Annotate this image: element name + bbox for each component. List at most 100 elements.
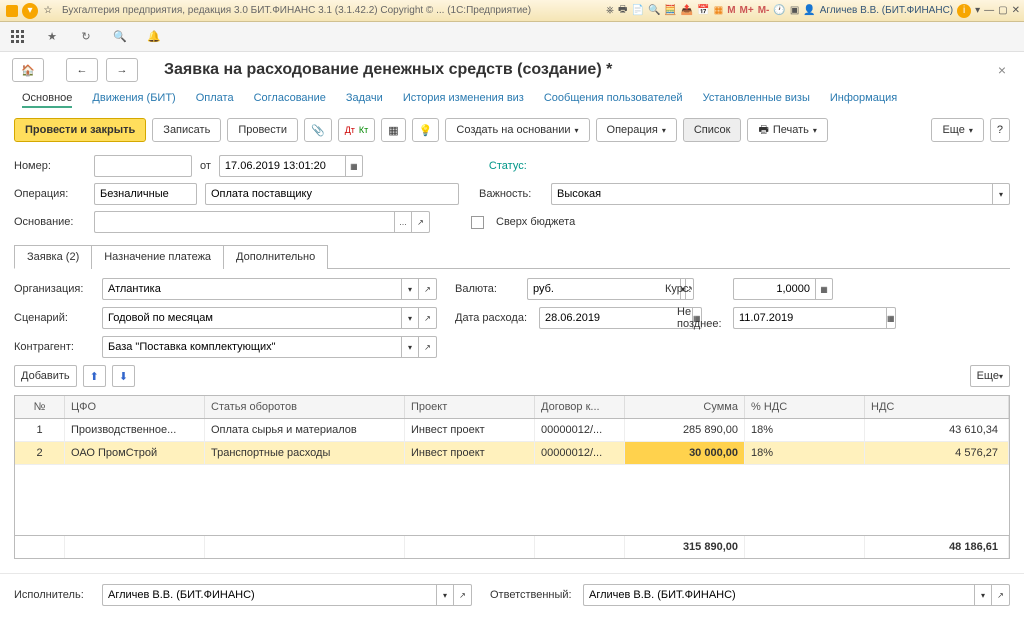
executor-input[interactable] [102,584,436,606]
link-sogl[interactable]: Согласование [254,92,326,108]
forward-button[interactable]: → [106,58,138,82]
print-icon[interactable]: 🖶 [618,2,627,19]
operation-button[interactable]: Операция ▾ [596,118,677,142]
tab-additional[interactable]: Дополнительно [223,245,328,269]
col-vat[interactable]: % НДС [745,396,865,418]
contractor-dropdown-button[interactable]: ▾ [401,336,419,358]
list-button[interactable]: Список [683,118,742,142]
link-visas[interactable]: Установленные визы [703,92,810,108]
user-icon[interactable]: 👤 [803,5,815,16]
importance-input[interactable] [551,183,992,205]
print-button[interactable]: 🖶 Печать ▾ [747,118,827,142]
calendar-icon[interactable]: 📅 [697,5,709,16]
more-button[interactable]: Еще ▾ [931,118,983,142]
responsible-open-button[interactable]: ↗ [992,584,1010,606]
move-down-button[interactable]: ⬇ [112,365,135,387]
bell-icon[interactable]: 🔔 [146,29,162,45]
close-window-icon[interactable]: ✕ [1012,5,1020,16]
basis-open-button[interactable]: ↗ [412,211,430,233]
responsible-input[interactable] [583,584,974,606]
history-icon[interactable]: ↻ [78,29,94,45]
tab-request[interactable]: Заявка (2) [14,245,92,269]
attach-button[interactable]: 📎 [304,118,332,142]
rate-calc-button[interactable]: ▦ [815,278,833,300]
add-row-button[interactable]: Добавить [14,365,77,387]
hint-button[interactable]: 💡 [412,118,440,142]
org-dropdown-button[interactable]: ▾ [401,278,419,300]
maximize-icon[interactable]: ▢ [998,5,1007,16]
grid-menu-icon[interactable] [10,29,26,45]
col-dog[interactable]: Договор к... [535,396,625,418]
col-sum[interactable]: Сумма [625,396,745,418]
org-open-button[interactable]: ↗ [419,278,437,300]
m-icon[interactable]: M [727,5,735,16]
number-input[interactable] [94,155,192,177]
dtct-button[interactable]: ДтКт [338,118,376,142]
table-more-button[interactable]: Еще ▾ [970,365,1010,387]
window-icon[interactable]: ▣ [790,5,799,16]
scenario-input[interactable] [102,307,401,329]
find-icon[interactable]: 🔍 [648,5,660,16]
table-row[interactable]: 2 ОАО ПромСтрой Транспортные расходы Инв… [15,442,1009,465]
col-proj[interactable]: Проект [405,396,535,418]
copy-icon[interactable]: 📄 [631,5,643,16]
scenario-dropdown-button[interactable]: ▾ [401,307,419,329]
contractor-input[interactable] [102,336,401,358]
calc-icon[interactable]: 🧮 [664,5,676,16]
move-up-button[interactable]: ⬆ [83,365,106,387]
link-oplata[interactable]: Оплата [196,92,234,108]
post-and-close-button[interactable]: Провести и закрыть [14,118,146,142]
search-icon[interactable]: 🔍 [112,29,128,45]
rate-input[interactable] [733,278,815,300]
info-circle-icon[interactable]: i [957,4,971,18]
close-page-button[interactable]: × [992,62,1012,78]
table-empty-area[interactable] [15,465,1009,535]
executor-open-button[interactable]: ↗ [454,584,472,606]
link-hist[interactable]: История изменения виз [403,92,524,108]
link-tasks[interactable]: Задачи [346,92,383,108]
link-dvizh[interactable]: Движения (БИТ) [92,92,175,108]
help-button[interactable]: ? [990,118,1010,142]
col-art[interactable]: Статья оборотов [205,396,405,418]
org-input[interactable] [102,278,401,300]
create-based-on-button[interactable]: Создать на основании ▾ [445,118,589,142]
link-info[interactable]: Информация [830,92,897,108]
link-msg[interactable]: Сообщения пользователей [544,92,683,108]
table-row[interactable]: 1 Производственное... Оплата сырья и мат… [15,419,1009,442]
deadline-input[interactable] [733,307,886,329]
dropdown-circle-icon[interactable]: ▾ [22,3,38,19]
basis-input[interactable] [94,211,394,233]
struct-button[interactable]: ▦ [381,118,405,142]
home-button[interactable]: 🏠 [12,58,44,82]
clock-icon[interactable]: 🕐 [773,5,785,16]
minimize-icon[interactable]: — [984,5,994,16]
back-button[interactable]: ← [66,58,98,82]
col-vatsum[interactable]: НДС [865,396,1009,418]
save-button[interactable]: Записать [152,118,221,142]
star-nav-icon[interactable]: ★ [44,29,60,45]
date-picker-button[interactable]: ▦ [345,155,363,177]
link-main[interactable]: Основное [22,92,72,108]
star-icon[interactable]: ☆ [40,3,56,19]
operation-type-input[interactable] [205,183,459,205]
m-plus-icon[interactable]: M+ [740,5,754,16]
toolbar-icon[interactable]: ⎈ [606,5,614,16]
contractor-open-button[interactable]: ↗ [419,336,437,358]
executor-dropdown-button[interactable]: ▾ [436,584,454,606]
col-cfo[interactable]: ЦФО [65,396,205,418]
basis-lookup-button[interactable]: … [394,211,412,233]
responsible-dropdown-button[interactable]: ▾ [974,584,992,606]
app-icon[interactable]: ▦ [714,5,723,16]
date-input[interactable] [219,155,345,177]
chevron-down-icon[interactable]: ▾ [975,5,980,16]
scenario-open-button[interactable]: ↗ [419,307,437,329]
m-minus-icon[interactable]: M- [758,5,770,16]
operation-input[interactable] [94,183,197,205]
tab-payment-purpose[interactable]: Назначение платежа [91,245,224,269]
post-button[interactable]: Провести [227,118,298,142]
col-n[interactable]: № [15,396,65,418]
importance-dropdown-button[interactable]: ▾ [992,183,1010,205]
export-icon[interactable]: 📤 [681,5,693,16]
over-budget-checkbox[interactable] [471,216,484,229]
deadline-picker-button[interactable]: ▦ [886,307,896,329]
